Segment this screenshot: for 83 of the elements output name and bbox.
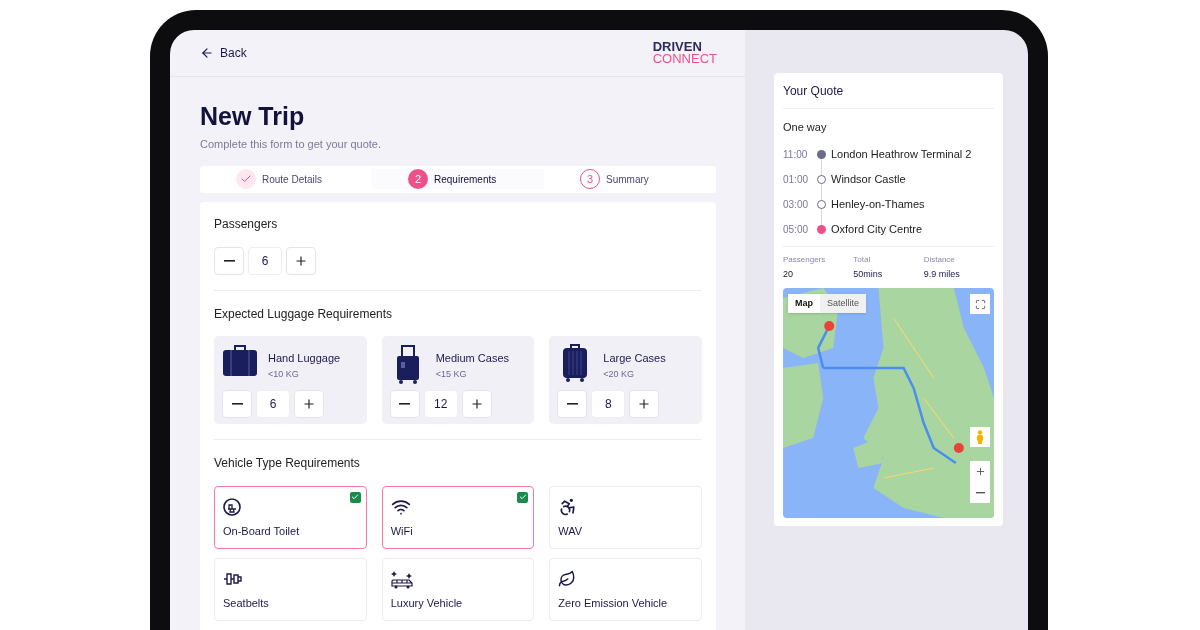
minus-icon [566,402,578,405]
option-label: Luxury Vehicle [390,596,464,611]
stat-label: Distance [923,253,956,266]
step-tab[interactable]: 2 Requirements [372,169,544,189]
stop-place: Oxford City Centre [831,221,923,237]
map-type-tab[interactable]: Map [788,294,820,313]
back-link[interactable]: Back [200,44,247,62]
option-label: WAV [558,524,584,539]
logo: DRIVEN CONNECT [652,41,717,65]
step-number: 2 [408,169,428,189]
large-case-icon [562,343,589,382]
option-label: WiFi [390,524,414,539]
stop-time: 05:00 [783,222,810,237]
page-title: New Trip [200,101,306,132]
section-title: Passengers [214,215,279,232]
trolley-case-icon [394,343,421,384]
section-title: Expected Luggage Requirements [214,305,394,322]
decrease-button[interactable] [389,389,420,418]
map-type-tab[interactable]: Satellite [820,294,867,313]
vehicle-option[interactable]: Zero Emission Vehicle [549,557,702,621]
leaf-icon [558,569,577,588]
vehicle-option[interactable]: WAV [549,485,702,549]
vehicle-option[interactable]: Seatbelts [214,557,367,621]
stop-place: London Heathrow Terminal 2 [831,146,972,162]
plus-icon [469,396,484,411]
luggage-name: Large Cases [603,350,666,366]
checkbox-checked[interactable] [349,491,361,503]
decrease-button[interactable] [214,246,244,275]
toilet-icon [223,497,241,516]
luggage-name: Medium Cases [435,350,509,366]
weight-limit: <15 KG [435,368,468,381]
stop-place: Henley-on-Thames [831,196,925,212]
quantity-field[interactable]: 8 [591,389,626,418]
fullscreen-button[interactable] [970,294,990,314]
stop-time: 01:00 [783,172,810,187]
quantity-field[interactable]: 12 [423,389,458,418]
plus-icon [294,253,308,268]
trip-type: One way [783,120,828,135]
suitcase-icon [222,343,258,378]
section-title: Vehicle Type Requirements [214,454,361,471]
pegman-icon [976,430,984,444]
back-arrow-icon [200,46,214,60]
stop-time: 03:00 [783,197,810,212]
step-done-icon [236,169,256,189]
vehicle-option[interactable]: Luxury Vehicle [381,557,535,621]
luggage-name: Hand Luggage [268,350,341,366]
vehicle-option[interactable]: On-Board Toilet [214,485,367,549]
minus-icon [223,259,235,262]
option-label: Seatbelts [223,596,270,611]
quantity-field[interactable]: 6 [248,246,282,275]
plus-icon [302,396,316,411]
minus-icon [399,402,411,405]
weight-limit: <10 KG [268,368,300,381]
page-subtitle: Complete this form to get your quote. [200,137,382,152]
decrease-button[interactable] [557,389,588,418]
step-label: Requirements [434,172,497,187]
stat-label: Total [853,253,872,266]
fullscreen-icon [974,298,986,310]
stat-value: 20 [783,267,794,281]
increase-button[interactable] [461,389,492,418]
step-label: Route Details [262,172,323,187]
quantity-field[interactable]: 6 [256,389,290,418]
increase-button[interactable] [286,246,316,275]
increase-button[interactable] [294,389,324,418]
step-label: Summary [606,172,649,187]
seatbelt-icon [223,571,243,586]
checkbox-checked[interactable] [517,491,529,503]
quote-title: Your Quote [783,83,845,99]
option-label: On-Board Toilet [223,524,301,539]
weight-limit: <20 KG [603,368,636,381]
stat-value: 50mins [853,267,884,281]
stop-time: 11:00 [783,147,809,162]
plus-icon [637,396,652,411]
vehicle-option[interactable]: WiFi [381,485,535,549]
stat-value: 9.9 miles [923,267,961,281]
increase-button[interactable] [629,389,660,418]
minus-icon [231,402,243,405]
option-label: Zero Emission Vehicle [558,596,669,611]
minus-icon [975,491,985,494]
stop-place: Windsor Castle [831,171,906,187]
decrease-button[interactable] [222,389,252,418]
stat-label: Passengers [783,253,827,266]
plus-icon [974,466,986,477]
